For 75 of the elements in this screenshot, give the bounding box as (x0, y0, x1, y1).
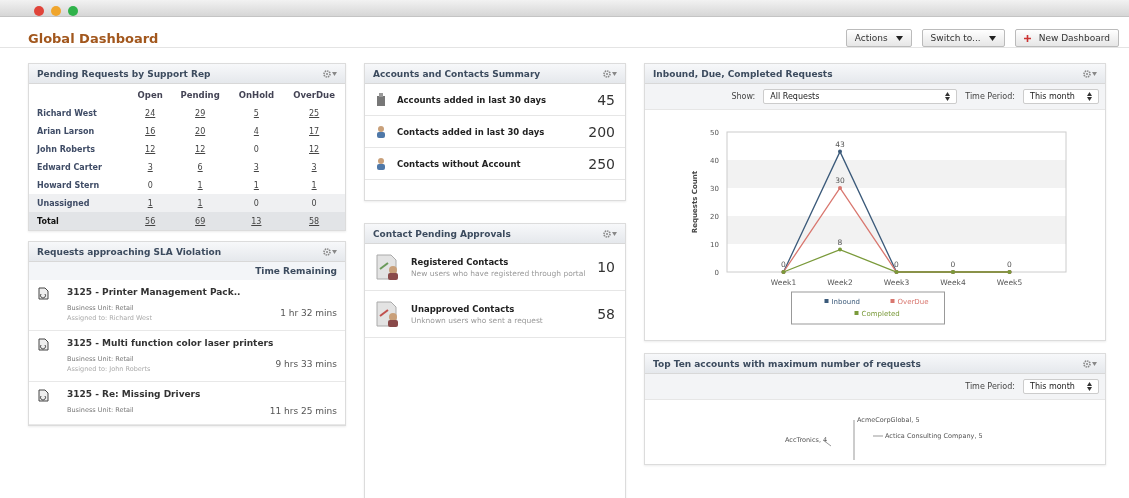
count-link[interactable]: 13 (229, 212, 284, 230)
column-header: Pending (179, 89, 221, 102)
column-header: OverDue (283, 84, 345, 104)
window-control-button[interactable] (51, 6, 61, 16)
contact-card-icon (375, 300, 401, 328)
table-cell: 0 (229, 194, 284, 212)
panel-title: Contact Pending Approvals (373, 228, 511, 239)
building-icon (375, 93, 387, 106)
show-select[interactable]: All Requests (763, 89, 958, 104)
panel-title: Requests approaching SLA Violation (37, 246, 222, 257)
rep-name: Total (29, 212, 130, 230)
summary-label: Contacts added in last 30 days (397, 126, 546, 137)
approval-label[interactable]: Unapproved Contacts (411, 303, 588, 314)
window-control-button[interactable] (68, 6, 78, 16)
summary-count: 200 (588, 123, 615, 140)
time-remaining: 11 hrs 25 mins (269, 406, 337, 416)
document-icon (37, 287, 49, 300)
count-link[interactable]: 1 (129, 194, 171, 212)
filter-label: Time Period: (965, 382, 1015, 391)
data-point (838, 247, 842, 252)
approval-count: 10 (597, 259, 615, 275)
count-link[interactable]: 69 (170, 212, 230, 230)
toolbar-button[interactable]: New Dashboard (1014, 29, 1119, 47)
column-header: Open (136, 89, 164, 102)
count-link[interactable]: 56 (129, 212, 171, 230)
document-icon (37, 389, 49, 402)
rep-name: Howard Stern (29, 176, 130, 194)
summary-count: 250 (588, 155, 615, 172)
table-cell: 0 (283, 194, 345, 212)
person-icon (375, 157, 387, 170)
settings-icon[interactable] (1083, 359, 1097, 368)
window-control-button[interactable] (34, 6, 44, 16)
caret-icon (895, 35, 903, 41)
column-header: Time Remaining (29, 262, 345, 280)
page-title: Global Dashboard (28, 30, 159, 46)
rep-name: Unassigned (29, 194, 130, 212)
settings-icon[interactable] (323, 247, 337, 256)
period-select[interactable]: This month (1023, 89, 1099, 104)
time-remaining: 1 hr 32 mins (280, 308, 337, 318)
panel-title: Pending Requests by Support Rep (37, 68, 211, 79)
data-point (838, 149, 842, 154)
caret-icon (988, 35, 996, 41)
settings-icon[interactable] (1083, 69, 1097, 78)
summary-label: Accounts added in last 30 days (397, 94, 547, 105)
summary-label: Contacts without Account (397, 158, 522, 169)
approval-label[interactable]: Registered Contacts (411, 256, 588, 267)
panel-title: Top Ten accounts with maximum number of requests (653, 358, 921, 369)
summary-count: 45 (597, 91, 615, 108)
panel-title: Inbound, Due, Completed Requests (653, 68, 833, 79)
panel-title: Accounts and Contacts Summary (373, 68, 541, 79)
column-header: OnHold (237, 89, 275, 102)
settings-icon[interactable] (603, 229, 617, 238)
updown-arrows-icon (945, 92, 951, 101)
document-icon (37, 338, 49, 351)
request-title[interactable]: 3125 - Printer Management Pack.. (67, 287, 337, 300)
count-link[interactable]: 1 (170, 194, 230, 212)
request-title[interactable]: 3125 - Re: Missing Drivers (67, 389, 337, 402)
count-link[interactable]: 1 (283, 176, 345, 194)
data-point (838, 186, 842, 190)
filter-label: Time Period: (965, 92, 1015, 101)
request-title[interactable]: 3125 - Multi function color laser printers (67, 338, 337, 351)
plus-icon (1023, 34, 1031, 42)
updown-arrows-icon (1087, 92, 1092, 101)
approval-count: 58 (597, 306, 615, 322)
toolbar-button[interactable]: Actions (845, 29, 912, 47)
toolbar-button[interactable]: Switch to... (921, 29, 1005, 47)
filter-label: Show: (731, 92, 756, 101)
contact-card-icon (375, 253, 401, 281)
person-icon (375, 125, 387, 138)
count-link[interactable]: 58 (283, 212, 345, 230)
period-select[interactable]: This month (1023, 379, 1099, 394)
settings-icon[interactable] (323, 69, 337, 78)
updown-arrows-icon (1087, 382, 1092, 391)
time-remaining: 9 hrs 33 mins (275, 359, 337, 369)
settings-icon[interactable] (603, 69, 617, 78)
